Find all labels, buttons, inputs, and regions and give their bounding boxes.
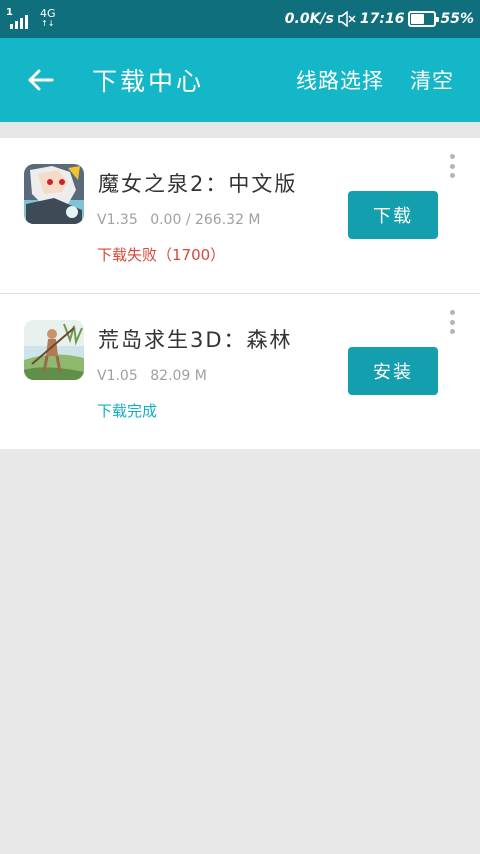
app-version: V1.05 xyxy=(97,368,138,384)
route-select-button[interactable]: 线路选择 xyxy=(296,65,384,95)
download-status: 下载失败（1700） xyxy=(97,246,226,264)
install-button[interactable]: 安装 xyxy=(348,347,438,395)
download-list: 魔女之泉2：中文版 V1.35 0.00 / 266.32 M 下载失败（170… xyxy=(0,138,480,449)
battery-icon xyxy=(408,11,440,27)
download-size: 0.00 / 266.32 M xyxy=(150,212,261,228)
network-activity-icon: ↑↓ xyxy=(41,19,55,28)
arrow-left-icon xyxy=(28,69,54,91)
more-options-icon[interactable] xyxy=(446,154,458,178)
download-button[interactable]: 下载 xyxy=(348,191,438,239)
app-version: V1.35 xyxy=(97,212,138,228)
status-bar: 1 4G ↑↓ 0.0K/s 17:16 55% xyxy=(0,0,480,38)
anime-girl-app-icon xyxy=(24,164,84,224)
app-meta: V1.05 82.09 M xyxy=(97,368,207,384)
page-title: 下载中心 xyxy=(92,67,205,96)
clock: 17:16 xyxy=(359,11,405,27)
clear-button[interactable]: 清空 xyxy=(410,65,454,95)
network-speed: 0.0K/s xyxy=(284,11,334,27)
list-top-divider xyxy=(0,122,480,138)
download-size: 82.09 M xyxy=(150,368,207,384)
back-button[interactable] xyxy=(0,38,80,122)
sim-slot-label: 1 xyxy=(6,7,13,18)
network-type-indicator: 4G ↑↓ xyxy=(40,8,56,29)
download-item: 荒岛求生3D：森林 V1.05 82.09 M 下载完成 安装 xyxy=(0,294,480,449)
mute-icon xyxy=(338,11,356,27)
app-toolbar: 下载中心 线路选择 清空 xyxy=(0,38,480,122)
signal-strength-icon: 1 xyxy=(6,7,30,29)
download-status: 下载完成 xyxy=(97,402,158,420)
island-survivor-app-icon xyxy=(24,320,84,380)
download-item: 魔女之泉2：中文版 V1.35 0.00 / 266.32 M 下载失败（170… xyxy=(0,138,480,294)
app-meta: V1.35 0.00 / 266.32 M xyxy=(97,212,261,228)
app-name: 魔女之泉2：中文版 xyxy=(98,172,298,196)
app-name: 荒岛求生3D：森林 xyxy=(98,328,293,352)
battery-percent: 55% xyxy=(440,11,474,27)
more-options-icon[interactable] xyxy=(446,310,458,334)
